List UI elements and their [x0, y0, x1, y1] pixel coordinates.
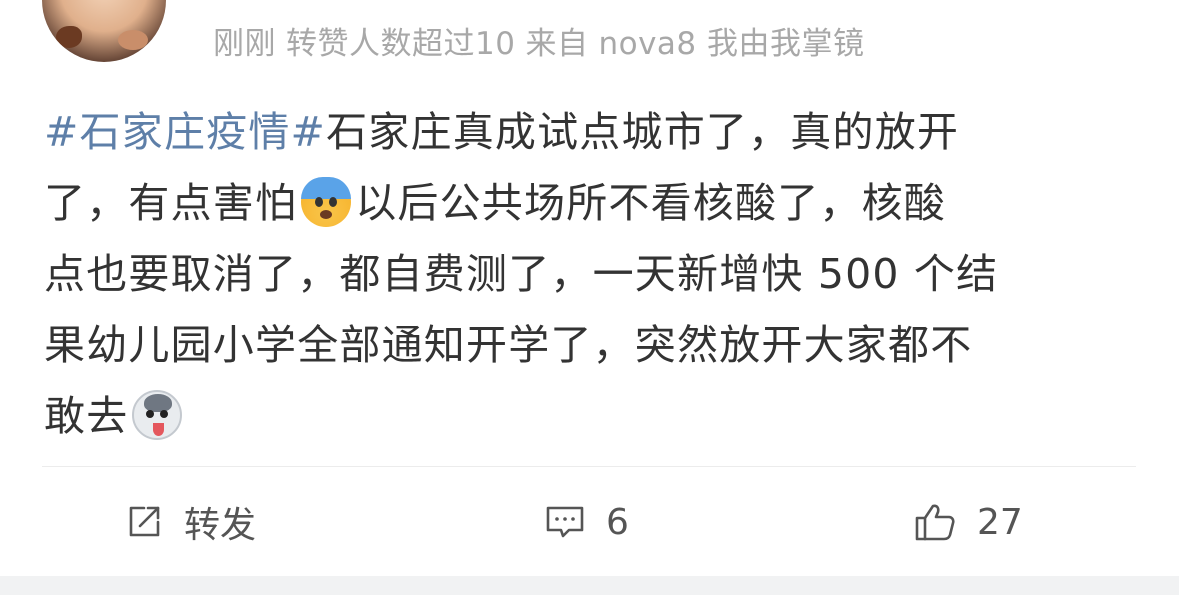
comment-count: 6	[606, 501, 629, 543]
topic-link[interactable]: #石家庄疫情#	[44, 108, 326, 156]
post-line-5: 敢去	[44, 381, 1144, 452]
fearful-face-emoji	[301, 177, 352, 227]
post-line-3: 点也要取消了，都自费测了，一天新增快 500 个结	[44, 250, 999, 298]
avatar-hair	[56, 26, 82, 48]
repost-button[interactable]: 转发	[124, 500, 256, 546]
repost-info: 转赞人数超过10	[286, 26, 516, 62]
post-line-2: 了，有点害怕 以后公共场所不看核酸了，核酸	[44, 177, 947, 227]
post-line-1: #石家庄疫情#石家庄真成试点城市了，真的放开	[44, 108, 960, 156]
husky-dog-emoji	[132, 390, 183, 440]
like-count: 27	[977, 501, 1023, 543]
device-name: nova8 我由我掌镜	[598, 26, 865, 62]
share-icon	[129, 506, 160, 537]
post-meta: 刚刚 转赞人数超过10 来自 nova8 我由我掌镜	[213, 18, 865, 62]
comment-icon	[546, 506, 584, 538]
bottom-separator	[0, 576, 1179, 595]
like-button[interactable]: 27	[913, 500, 1023, 544]
source-label: 来自	[525, 26, 589, 62]
action-divider	[42, 466, 1136, 467]
thumbs-up-icon	[915, 504, 955, 541]
post-line-4: 果幼儿园小学全部通知开学了，突然放开大家都不	[44, 321, 973, 369]
post-body: #石家庄疫情#石家庄真成试点城市了，真的放开 了，有点害怕 以后公共场所不看核酸了…	[44, 97, 1144, 452]
post-time: 刚刚	[213, 26, 276, 62]
avatar[interactable]	[42, 0, 166, 62]
comment-button[interactable]: 6	[544, 500, 629, 544]
avatar-cheek	[118, 30, 148, 50]
repost-label: 转发	[184, 505, 257, 546]
